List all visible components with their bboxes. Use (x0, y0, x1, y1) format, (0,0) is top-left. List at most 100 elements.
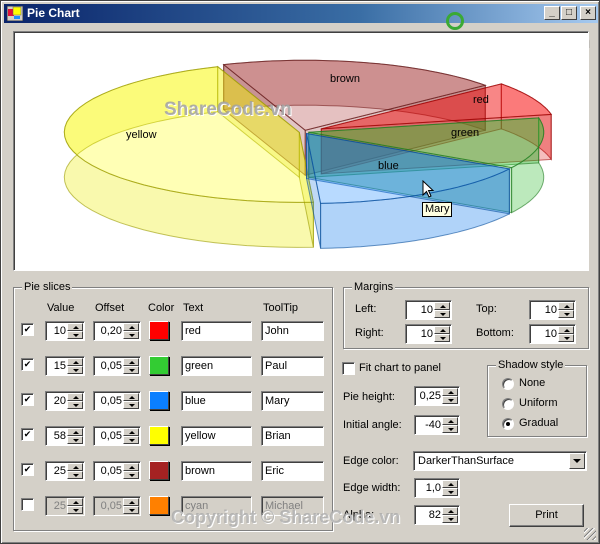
spin-up-icon[interactable] (434, 326, 450, 334)
fit-chart-checkbox[interactable] (342, 362, 355, 375)
margin-bottom-spinner[interactable]: 10 (529, 324, 576, 344)
spin-up-icon[interactable] (123, 428, 139, 436)
chevron-down-icon[interactable] (569, 453, 585, 469)
slice-text-input[interactable]: green (181, 356, 252, 376)
slice-label-yellow: yellow (126, 129, 157, 141)
slice-enabled-checkbox[interactable] (21, 358, 34, 371)
slice-offset-spinner[interactable]: 0,05 (93, 356, 141, 376)
spin-up-icon[interactable] (67, 358, 83, 366)
spin-down-icon[interactable] (123, 401, 139, 409)
spin-up-icon[interactable] (442, 417, 458, 425)
spin-down-icon[interactable] (67, 331, 83, 339)
slice-enabled-checkbox[interactable] (21, 393, 34, 406)
slice-tooltip-input[interactable]: Brian (261, 426, 324, 446)
spin-down-icon[interactable] (434, 334, 450, 342)
margin-right-spinner[interactable]: 10 (405, 324, 452, 344)
slice-value-spinner[interactable]: 20 (45, 391, 85, 411)
edge-color-dropdown[interactable]: DarkerThanSurface (413, 451, 587, 471)
spin-up-icon[interactable] (123, 498, 139, 506)
slice-color-button[interactable] (149, 461, 169, 480)
margin-left-spinner[interactable]: 10 (405, 300, 452, 320)
slice-text-input[interactable]: brown (181, 461, 252, 481)
spin-up-icon[interactable] (442, 388, 458, 396)
slice-value-spinner[interactable]: 25 (45, 496, 85, 516)
slice-tooltip-input[interactable]: Eric (261, 461, 324, 481)
spin-up-icon[interactable] (442, 480, 458, 488)
spin-down-icon[interactable] (123, 366, 139, 374)
margin-top-spinner[interactable]: 10 (529, 300, 576, 320)
pie-height-spinner[interactable]: 0,25 (414, 386, 460, 406)
spin-down-icon[interactable] (123, 436, 139, 444)
spin-down-icon[interactable] (67, 436, 83, 444)
slice-text-input[interactable]: red (181, 321, 252, 341)
slice-color-button[interactable] (149, 321, 169, 340)
margin-top-label: Top: (476, 303, 497, 315)
spin-down-icon[interactable] (67, 506, 83, 514)
radio-button[interactable] (502, 418, 514, 430)
slice-enabled-checkbox[interactable] (21, 498, 34, 511)
spin-up-icon[interactable] (67, 463, 83, 471)
slice-color-button[interactable] (149, 391, 169, 410)
radio-button[interactable] (502, 378, 514, 390)
spin-down-icon[interactable] (123, 331, 139, 339)
pie-height-label: Pie height: (343, 391, 395, 403)
initial-angle-label: Initial angle: (343, 419, 402, 431)
slice-value-spinner[interactable]: 10 (45, 321, 85, 341)
shadow-option-label: Uniform (519, 397, 558, 409)
resize-grip[interactable] (584, 528, 596, 540)
spin-up-icon[interactable] (442, 507, 458, 515)
spin-down-icon[interactable] (123, 471, 139, 479)
slice-color-button[interactable] (149, 356, 169, 375)
slice-value-spinner[interactable]: 25 (45, 461, 85, 481)
spin-up-icon[interactable] (558, 326, 574, 334)
spin-down-icon[interactable] (67, 471, 83, 479)
slice-offset-spinner[interactable]: 0,05 (93, 461, 141, 481)
spin-down-icon[interactable] (123, 506, 139, 514)
fit-chart-label: Fit chart to panel (359, 362, 441, 374)
chart-panel[interactable]: ShareCode.vn yellow brown red green blue… (13, 31, 589, 271)
slice-text-input[interactable]: yellow (181, 426, 252, 446)
slice-tooltip-input[interactable]: Mary (261, 391, 324, 411)
spin-up-icon[interactable] (123, 463, 139, 471)
slice-value-spinner[interactable]: 15 (45, 356, 85, 376)
spin-down-icon[interactable] (442, 488, 458, 496)
pie-chart[interactable] (14, 32, 590, 272)
slice-text-input[interactable]: blue (181, 391, 252, 411)
spin-up-icon[interactable] (434, 302, 450, 310)
spin-up-icon[interactable] (67, 498, 83, 506)
slice-tooltip-input[interactable]: John (261, 321, 324, 341)
slice-value-spinner[interactable]: 58 (45, 426, 85, 446)
slice-color-button[interactable] (149, 426, 169, 445)
slice-color-button[interactable] (149, 496, 169, 515)
slice-offset-spinner[interactable]: 0,05 (93, 426, 141, 446)
slice-tooltip-input[interactable]: Paul (261, 356, 324, 376)
slice-enabled-checkbox[interactable] (21, 323, 34, 336)
spin-up-icon[interactable] (67, 323, 83, 331)
spin-up-icon[interactable] (123, 323, 139, 331)
slice-offset-spinner[interactable]: 0,05 (93, 391, 141, 411)
spin-down-icon[interactable] (67, 366, 83, 374)
slice-enabled-checkbox[interactable] (21, 428, 34, 441)
spin-down-icon[interactable] (434, 310, 450, 318)
spin-down-icon[interactable] (558, 310, 574, 318)
radio-button[interactable] (502, 398, 514, 410)
initial-angle-spinner[interactable]: -40 (414, 415, 460, 435)
spin-down-icon[interactable] (442, 425, 458, 433)
spin-down-icon[interactable] (442, 396, 458, 404)
spin-up-icon[interactable] (67, 393, 83, 401)
alpha-spinner[interactable]: 82 (414, 505, 460, 525)
spin-up-icon[interactable] (558, 302, 574, 310)
margins-legend: Margins (352, 281, 396, 293)
edge-width-spinner[interactable]: 1,0 (414, 478, 460, 498)
spin-down-icon[interactable] (442, 515, 458, 523)
slice-offset-spinner[interactable]: 0,05 (93, 496, 141, 516)
edge-width-label: Edge width: (343, 482, 401, 494)
spin-down-icon[interactable] (558, 334, 574, 342)
slice-enabled-checkbox[interactable] (21, 463, 34, 476)
spin-down-icon[interactable] (67, 401, 83, 409)
spin-up-icon[interactable] (123, 358, 139, 366)
print-button[interactable]: Print (509, 504, 584, 527)
spin-up-icon[interactable] (123, 393, 139, 401)
spin-up-icon[interactable] (67, 428, 83, 436)
slice-offset-spinner[interactable]: 0,20 (93, 321, 141, 341)
